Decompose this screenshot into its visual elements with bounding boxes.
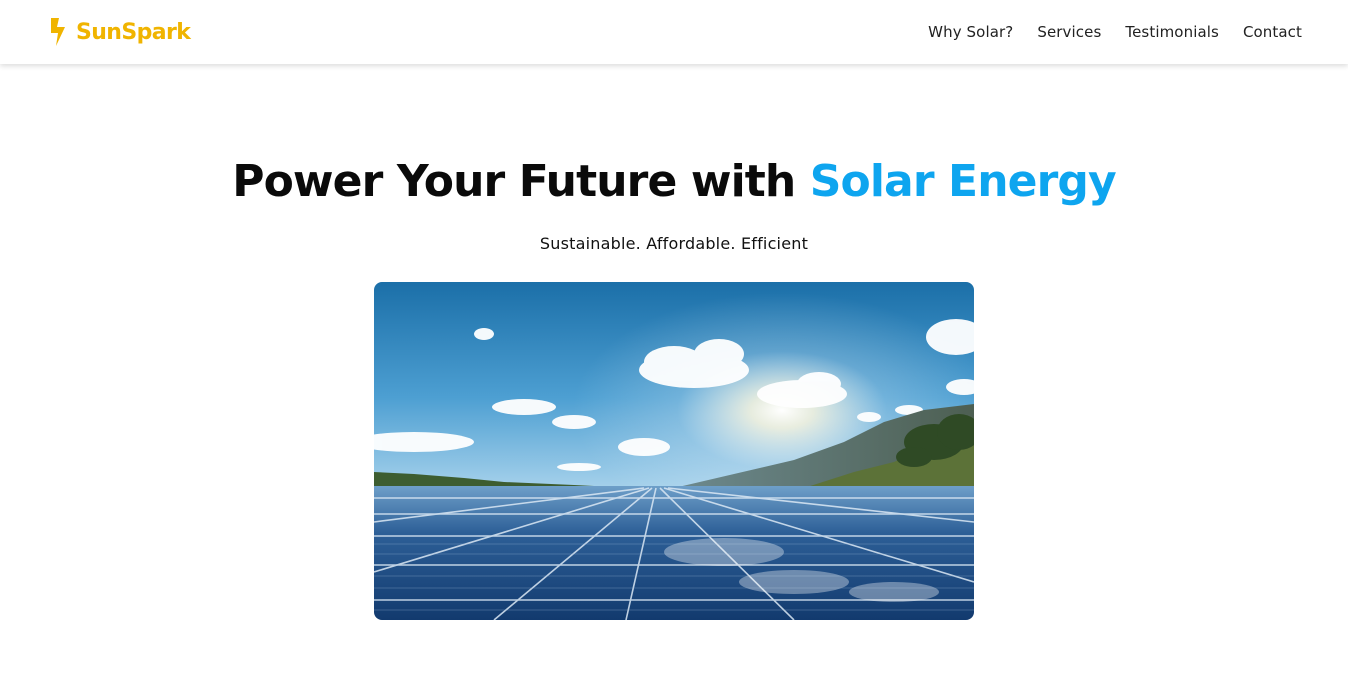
nav-link-why-solar[interactable]: Why Solar?	[928, 23, 1013, 41]
brand-name: SunSpark	[76, 19, 191, 45]
hero-section: Power Your Future with Solar Energy Sust…	[0, 64, 1348, 673]
nav-link-services[interactable]: Services	[1037, 23, 1101, 41]
hero-title-main: Power Your Future with	[232, 156, 810, 207]
hero-title: Power Your Future with Solar Energy	[0, 156, 1348, 207]
hero-subtitle: Sustainable. Affordable. Efficient	[539, 234, 809, 253]
hero-solar-panels-image	[374, 282, 974, 620]
navbar: SunSpark Why Solar? Services Testimonial…	[0, 0, 1348, 64]
brand-logo-link[interactable]: SunSpark	[48, 17, 191, 47]
hero-title-accent: Solar Energy	[809, 156, 1117, 207]
nav-link-testimonials[interactable]: Testimonials	[1125, 23, 1219, 41]
nav-link-contact[interactable]: Contact	[1243, 23, 1302, 41]
nav-links: Why Solar? Services Testimonials Contact	[928, 23, 1302, 41]
lightning-bolt-icon	[48, 17, 74, 47]
